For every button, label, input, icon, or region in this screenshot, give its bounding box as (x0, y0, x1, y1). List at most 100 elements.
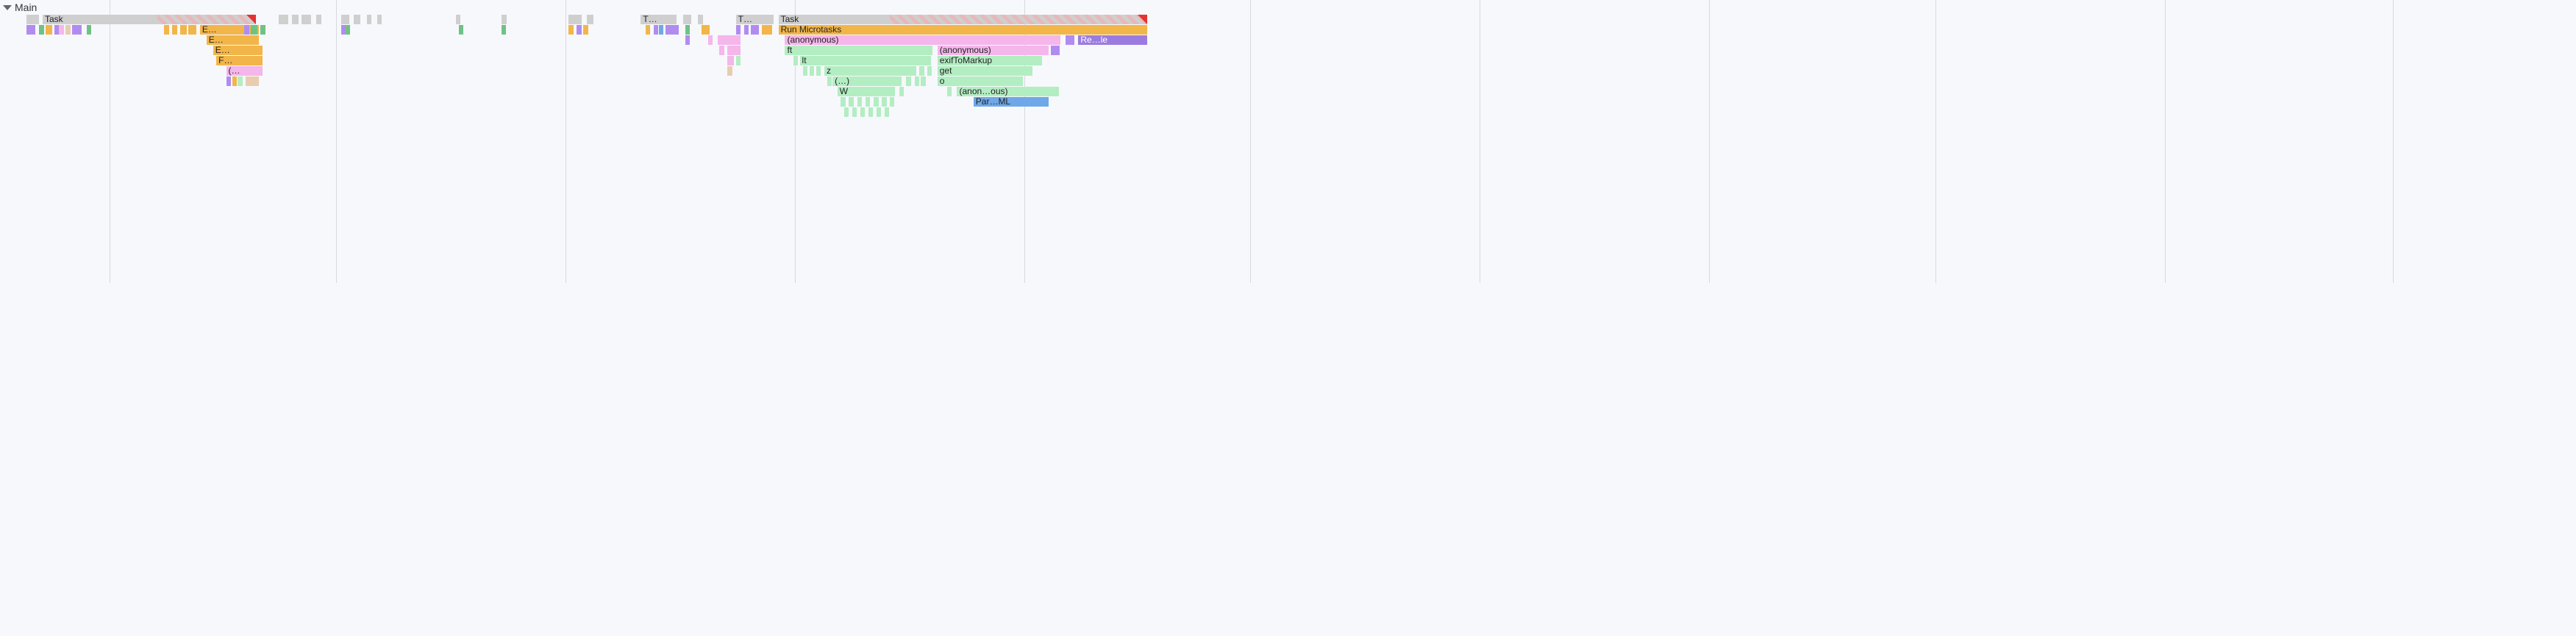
flame-bar[interactable] (841, 97, 846, 107)
flame-bar[interactable] (793, 56, 798, 65)
flame-bar[interactable] (727, 46, 741, 55)
flame-bar[interactable] (666, 25, 679, 35)
flame-bar[interactable] (857, 97, 863, 107)
flame-bar[interactable] (899, 87, 904, 96)
flame-bar[interactable] (54, 25, 59, 35)
flame-bar[interactable] (39, 25, 44, 35)
flame-bar[interactable] (246, 76, 259, 86)
flame-bar[interactable] (906, 76, 911, 86)
flame-bar[interactable] (947, 87, 952, 96)
flame-bar[interactable] (46, 25, 52, 35)
flame-bar[interactable] (866, 97, 871, 107)
flame-bar[interactable] (244, 25, 249, 35)
flame-bar[interactable] (577, 25, 582, 35)
flame-bar[interactable] (1051, 46, 1055, 55)
flame-bar[interactable] (816, 66, 821, 76)
flame-bar[interactable] (751, 25, 759, 35)
flame-bar-e-[interactable]: E… (207, 35, 259, 45)
flame-bar-o[interactable]: o (938, 76, 1023, 86)
flame-bar[interactable] (26, 25, 31, 35)
flame-bar[interactable] (762, 25, 771, 35)
flame-bar[interactable] (685, 25, 691, 35)
flame-bar[interactable] (1055, 46, 1060, 55)
flame-bar[interactable] (292, 15, 299, 24)
flame-bar[interactable] (921, 76, 926, 86)
flame-bar[interactable] (583, 25, 588, 35)
flame-bar--[interactable]: (…) (832, 76, 902, 86)
flame-bar-e-[interactable]: E… (213, 46, 263, 55)
flame-bar[interactable] (803, 66, 807, 76)
flame-bar[interactable] (882, 97, 887, 107)
flame-bar[interactable] (502, 25, 506, 35)
flame-bar[interactable] (885, 107, 889, 117)
disclosure-triangle-icon[interactable] (3, 5, 12, 10)
flame-bar[interactable] (702, 25, 710, 35)
flame-bar[interactable] (827, 76, 832, 86)
flame-bar[interactable] (718, 35, 741, 45)
flame-bar[interactable] (502, 15, 507, 24)
flame-bar[interactable] (919, 66, 924, 76)
flame-bar[interactable] (232, 76, 237, 86)
flame-bar--anonymous-[interactable]: (anonymous) (785, 35, 1060, 45)
flame-bar[interactable] (646, 25, 650, 35)
flame-bar[interactable] (708, 35, 713, 45)
flame-bar[interactable] (844, 107, 849, 117)
flame-tracks[interactable]: TaskT…T…TaskE…Run MicrotasksE…(anonymous… (0, 15, 1147, 118)
flame-bar[interactable] (849, 97, 854, 107)
flame-bar[interactable] (354, 15, 360, 24)
flame-bar[interactable] (226, 76, 232, 86)
flame-bar[interactable] (736, 25, 741, 35)
flame-bar-t-[interactable]: T… (736, 15, 774, 24)
flame-bar--anon-ous-[interactable]: (anon…ous) (957, 87, 1058, 96)
flame-bar[interactable] (341, 25, 346, 35)
flame-bar[interactable] (654, 25, 658, 35)
flame-bar[interactable] (59, 25, 64, 35)
flame-bar[interactable] (659, 25, 663, 35)
flame-bar[interactable] (810, 66, 814, 76)
flame-bar[interactable] (1070, 35, 1074, 45)
flame-bar[interactable] (744, 25, 749, 35)
flame-bar-lt[interactable]: lt (800, 56, 931, 65)
flame-bar[interactable] (587, 15, 593, 24)
flame-bar[interactable] (860, 107, 865, 117)
flame-bar-f-[interactable]: F… (216, 56, 262, 65)
flame-bar[interactable] (87, 25, 91, 35)
flame-bar-t-[interactable]: T… (641, 15, 677, 24)
flame-bar[interactable] (927, 66, 932, 76)
flame-bar[interactable] (1066, 35, 1070, 45)
flame-bar[interactable] (727, 66, 732, 76)
flame-bar[interactable] (31, 25, 35, 35)
flame-bar-par-ml[interactable]: Par…ML (974, 97, 1049, 107)
flame-bar-z[interactable]: z (824, 66, 916, 76)
flame-bar[interactable] (874, 97, 879, 107)
flame-bar-exiftomarkup[interactable]: exifToMarkup (938, 56, 1043, 65)
flame-bar[interactable] (157, 15, 256, 24)
flame-bar-re-le[interactable]: Re…le (1078, 35, 1147, 45)
flame-bar-run-microtasks[interactable]: Run Microtasks (779, 25, 1147, 35)
flame-bar-ft[interactable]: ft (785, 46, 932, 55)
flame-bar[interactable] (915, 76, 919, 86)
flame-bar[interactable] (341, 15, 349, 24)
flame-bar[interactable] (302, 15, 311, 24)
flame-chart-main[interactable]: Main TaskT…T…TaskE…Run MicrotasksE…(anon… (0, 0, 1147, 283)
flame-bar-w[interactable]: W (838, 87, 895, 96)
flame-bar[interactable] (188, 25, 196, 35)
flame-bar[interactable] (868, 107, 873, 117)
flame-bar-get[interactable]: get (938, 66, 1032, 76)
flame-bar[interactable] (852, 107, 857, 117)
flame-bar[interactable] (683, 15, 691, 24)
flame-bar[interactable] (685, 35, 690, 45)
flame-bar[interactable] (26, 15, 40, 24)
flame-bar[interactable] (164, 25, 169, 35)
flame-bar[interactable] (890, 97, 894, 107)
flame-bar[interactable] (260, 25, 265, 35)
flame-bar[interactable] (238, 76, 243, 86)
flame-bar[interactable] (568, 25, 574, 35)
flame-bar[interactable] (251, 25, 257, 35)
flame-bar[interactable] (698, 15, 703, 24)
flame-bar--anonymous-[interactable]: (anonymous) (938, 46, 1049, 55)
flame-bar[interactable] (367, 15, 371, 24)
flame-bar[interactable] (180, 25, 187, 35)
flame-bar[interactable] (459, 25, 463, 35)
flame-bar[interactable] (279, 15, 288, 24)
